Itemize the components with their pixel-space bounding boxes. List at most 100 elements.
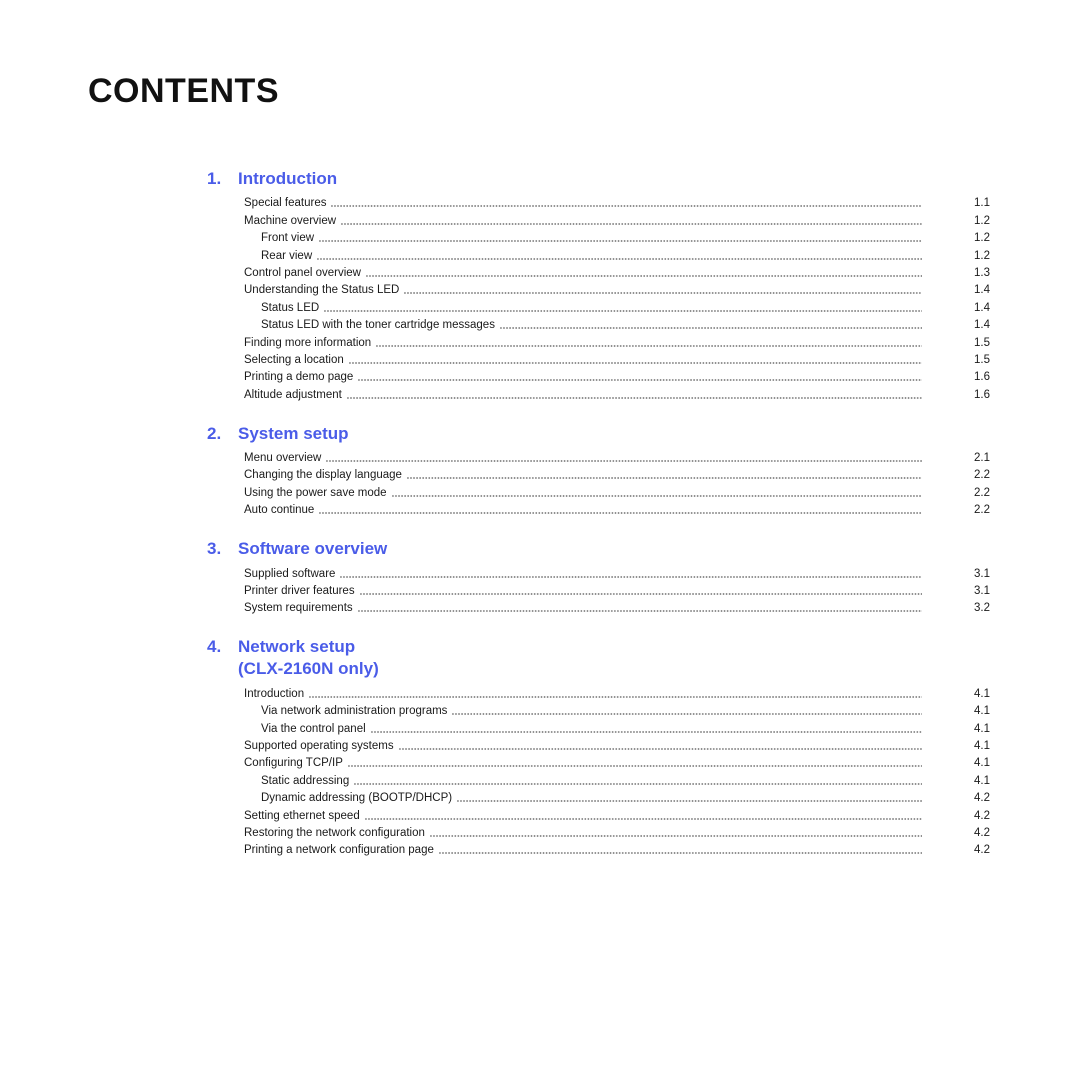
toc-entry-label: Via network administration programs <box>261 705 448 718</box>
toc-entry-page-number: 4.2 <box>974 826 990 839</box>
contents-page: CONTENTS 1. Introduction Special features 1… <box>0 0 1080 1080</box>
toc-entry[interactable]: Introduction 4.1 <box>0 684 1080 701</box>
toc-entry[interactable]: Menu overview 2.1 <box>0 449 1080 466</box>
section-number: 1. <box>207 169 222 188</box>
dot-leader <box>429 834 922 839</box>
toc-entry[interactable]: Front view 1.2 <box>0 229 1080 246</box>
toc-entry-page-number: 1.2 <box>974 249 990 262</box>
toc-entry-page-number: 1.1 <box>974 197 990 210</box>
section-title: System setup <box>238 423 349 443</box>
section-title: Software overview <box>238 539 388 559</box>
dot-leader <box>359 593 922 598</box>
toc-entry[interactable]: Auto continue 2.2 <box>0 501 1080 518</box>
dot-leader <box>391 494 922 499</box>
section-title: Introduction <box>238 169 338 188</box>
toc-entry-label: Finding more information <box>244 336 372 349</box>
toc-entry[interactable]: System requirements 3.2 <box>0 599 1080 616</box>
toc-entry-label: Printer driver features <box>244 585 355 598</box>
toc-entry[interactable]: Status LED with the toner cartridge mess… <box>0 316 1080 333</box>
dot-leader <box>406 477 922 482</box>
dot-leader <box>309 695 922 700</box>
dot-leader <box>341 222 922 227</box>
toc-entry[interactable]: Setting ethernet speed 4.2 <box>0 806 1080 823</box>
toc-entry[interactable]: Machine overview 1.2 <box>0 211 1080 228</box>
toc-entry-label: Static addressing <box>261 774 350 787</box>
toc-entry[interactable]: Status LED 1.4 <box>0 298 1080 315</box>
toc-entry[interactable]: Dynamic addressing (BOOTP/DHCP) 4.2 <box>0 789 1080 806</box>
toc-entry-page-number: 4.2 <box>974 809 990 822</box>
section-number: 4. <box>207 637 222 657</box>
toc-entry[interactable]: Printing a network configuration page 4.2 <box>0 841 1080 858</box>
toc-entry-label: Via the control panel <box>261 722 366 735</box>
toc-entry[interactable]: Finding more information 1.5 <box>0 333 1080 350</box>
toc-entry-label: Altitude adjustment <box>244 388 342 401</box>
toc-entry[interactable]: Selecting a location 1.5 <box>0 351 1080 368</box>
toc-entry-label: Introduction <box>244 687 305 700</box>
section-heading[interactable]: 1. Introduction <box>0 168 1080 190</box>
toc-entry[interactable]: Control panel overview 1.3 <box>0 264 1080 281</box>
dot-leader <box>354 782 922 787</box>
section-heading[interactable]: 3. Software overview <box>0 538 1080 560</box>
toc-entry-page-number: 1.5 <box>974 336 990 349</box>
toc-entry-label: Front view <box>261 232 315 245</box>
section-title-subline: (CLX-2160N only) <box>238 659 379 679</box>
toc-entry[interactable]: Using the power save mode 2.2 <box>0 483 1080 500</box>
dot-leader <box>347 765 922 770</box>
toc-entry-page-number: 4.1 <box>974 757 990 770</box>
toc-entry-label: Changing the display language <box>244 469 402 482</box>
toc-entry[interactable]: Printer driver features 3.1 <box>0 582 1080 599</box>
toc-entry-page-number: 4.1 <box>974 687 990 700</box>
toc-entry-page-number: 3.2 <box>974 602 990 615</box>
toc-entry[interactable]: Supplied software 3.1 <box>0 564 1080 581</box>
toc-entry-label: Menu overview <box>244 452 322 465</box>
dot-leader <box>398 747 922 752</box>
toc-entry-page-number: 3.1 <box>974 567 990 580</box>
toc-entry-label: Special features <box>244 197 327 210</box>
toc-entry[interactable]: Static addressing 4.1 <box>0 771 1080 788</box>
toc-entry[interactable]: Special features 1.1 <box>0 194 1080 211</box>
toc-entry-label: Dynamic addressing (BOOTP/DHCP) <box>261 792 453 805</box>
section-number: 3. <box>207 539 222 559</box>
dot-leader <box>331 205 922 210</box>
toc-entry-page-number: 2.2 <box>974 469 990 482</box>
toc-entry[interactable]: Via network administration programs 4.1 <box>0 702 1080 719</box>
dot-leader <box>317 257 922 262</box>
toc-entry-page-number: 4.2 <box>974 844 990 857</box>
dot-leader <box>348 361 922 366</box>
section-heading[interactable]: 4. Network setup (CLX-2160N only) <box>0 636 1080 680</box>
section-heading[interactable]: 2. System setup <box>0 423 1080 445</box>
table-of-contents: 1. Introduction Special features 1.1 Machine… <box>0 168 1080 858</box>
toc-entry-page-number: 1.2 <box>974 214 990 227</box>
toc-entry[interactable]: Via the control panel 4.1 <box>0 719 1080 736</box>
dot-leader <box>319 512 922 517</box>
toc-entry-page-number: 1.6 <box>974 371 990 384</box>
toc-entry[interactable]: Understanding the Status LED 1.4 <box>0 281 1080 298</box>
dot-leader <box>324 309 922 314</box>
dot-leader <box>370 730 922 735</box>
toc-entry[interactable]: Configuring TCP/IP 4.1 <box>0 754 1080 771</box>
toc-entry-page-number: 4.1 <box>974 774 990 787</box>
toc-entry-label: Understanding the Status LED <box>244 284 400 297</box>
toc-entry-label: Setting ethernet speed <box>244 809 360 822</box>
toc-entry-label: Printing a network configuration page <box>244 844 434 857</box>
toc-entry-page-number: 1.4 <box>974 284 990 297</box>
toc-entry-label: Status LED <box>261 301 320 314</box>
dot-leader <box>364 817 922 822</box>
page-title: CONTENTS <box>88 72 279 110</box>
toc-entry[interactable]: Restoring the network configuration 4.2 <box>0 824 1080 841</box>
toc-entry-page-number: 4.1 <box>974 722 990 735</box>
toc-entry-page-number: 1.4 <box>974 319 990 332</box>
toc-entry[interactable]: Rear view 1.2 <box>0 246 1080 263</box>
toc-entry-page-number: 2.1 <box>974 452 990 465</box>
toc-entry[interactable]: Altitude adjustment 1.6 <box>0 385 1080 402</box>
toc-entry-label: Supported operating systems <box>244 739 394 752</box>
toc-entry[interactable]: Changing the display language 2.2 <box>0 466 1080 483</box>
toc-entry-label: Control panel overview <box>244 266 361 279</box>
toc-entry[interactable]: Supported operating systems 4.1 <box>0 737 1080 754</box>
toc-entry[interactable]: Printing a demo page 1.6 <box>0 368 1080 385</box>
dot-leader <box>452 713 922 718</box>
dot-leader <box>499 327 922 332</box>
toc-entry-label: Using the power save mode <box>244 486 387 499</box>
toc-section: 1. Introduction Special features 1.1 Machine… <box>0 168 1080 403</box>
